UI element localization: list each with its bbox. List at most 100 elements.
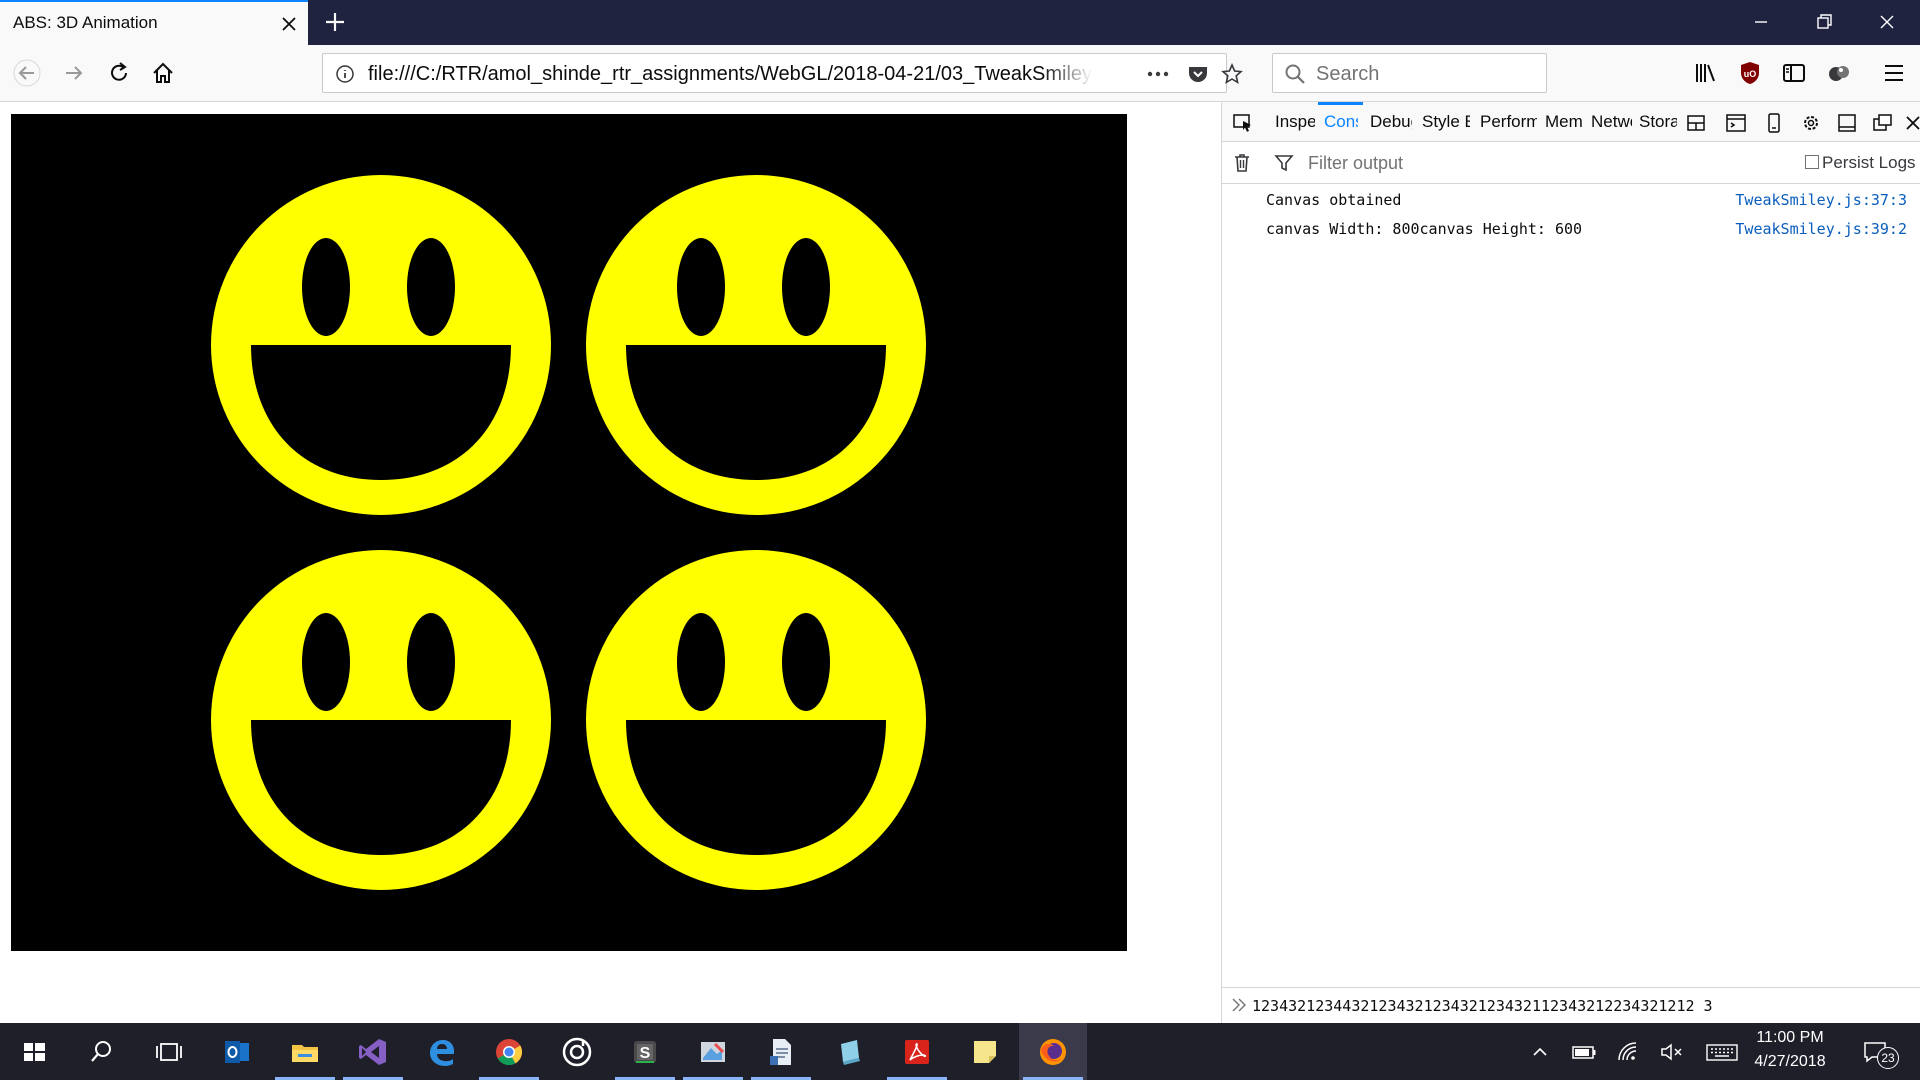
taskbar-app[interactable] <box>951 1023 1019 1080</box>
svg-text:uO: uO <box>1744 69 1757 79</box>
new-tab-icon[interactable] <box>322 9 348 35</box>
notepad-icon <box>841 1040 860 1065</box>
devtools-toolbar: Inspector Console Debugger Style Editor … <box>1222 102 1920 142</box>
keyboard-icon[interactable] <box>1705 1039 1739 1065</box>
search-placeholder: Search <box>1316 63 1380 85</box>
url-bar[interactable]: file:///C:/RTR/amol_shinde_rtr_assignmen… <box>322 53 1243 93</box>
tab-performance[interactable]: Performance <box>1480 112 1537 132</box>
filter-icon <box>1274 155 1294 172</box>
smiley-face-bottom-left <box>211 550 551 890</box>
settings-gear-icon[interactable] <box>1800 112 1822 134</box>
library-icon[interactable] <box>1692 59 1720 87</box>
tab-memory[interactable]: Memory <box>1545 112 1583 132</box>
scratchpad-icon[interactable] <box>1725 112 1747 134</box>
restore-icon[interactable] <box>1810 8 1838 36</box>
checkbox-icon[interactable] <box>1805 155 1819 169</box>
minimize-icon[interactable] <box>1747 8 1775 36</box>
file-explorer-icon <box>292 1045 318 1062</box>
tab-style-editor[interactable]: Style Editor <box>1422 112 1470 132</box>
taskbar-app[interactable] <box>747 1023 815 1080</box>
taskbar-app[interactable]: S <box>611 1023 679 1080</box>
close-tab-icon[interactable] <box>278 13 300 35</box>
tab-console[interactable]: Console <box>1324 112 1358 132</box>
separate-window-icon[interactable] <box>1872 112 1894 134</box>
reload-icon[interactable] <box>105 59 133 87</box>
taskbar-app[interactable] <box>1019 1023 1087 1080</box>
search-bar[interactable]: Search <box>1272 53 1547 93</box>
console-input[interactable]: 1234321234432123432123432123432112343212… <box>1222 987 1920 1023</box>
sticky-notes-icon <box>974 1041 996 1063</box>
smiley-face-top-right <box>586 175 926 515</box>
extension-icon[interactable] <box>1824 59 1852 87</box>
document-icon <box>770 1039 791 1065</box>
browser-tab[interactable]: ABS: 3D Animation <box>0 0 308 45</box>
tab-storage[interactable]: Storage <box>1639 112 1677 132</box>
tab-network[interactable]: Network <box>1591 112 1632 132</box>
taskbar-app[interactable] <box>815 1023 883 1080</box>
log-source-link[interactable]: TweakSmiley.js:39:2 <box>1735 220 1907 238</box>
edge-icon <box>430 1040 454 1066</box>
chevron-up-icon[interactable] <box>1527 1039 1553 1065</box>
task-view-button[interactable] <box>135 1023 203 1080</box>
dock-bottom-icon[interactable] <box>1836 112 1858 134</box>
taskbar-search-button[interactable] <box>68 1023 136 1080</box>
responsive-mode-icon[interactable] <box>1763 112 1785 134</box>
close-window-icon[interactable] <box>1873 8 1901 36</box>
firefox-icon <box>1040 1039 1066 1065</box>
sublime-icon: S <box>634 1041 656 1063</box>
windows-logo-icon <box>24 1043 45 1061</box>
site-info-icon[interactable] <box>335 64 355 84</box>
page-actions-icon[interactable] <box>1146 64 1170 84</box>
persist-logs-checkbox[interactable]: Persist Logs <box>1805 153 1916 173</box>
smiley-face-top-left <box>211 175 551 515</box>
taskbar-app[interactable] <box>883 1023 951 1080</box>
log-source-link[interactable]: TweakSmiley.js:37:3 <box>1735 191 1907 209</box>
start-button[interactable] <box>0 1023 68 1080</box>
taskbar-app[interactable] <box>407 1023 475 1080</box>
taskbar-app[interactable] <box>679 1023 747 1080</box>
url-text[interactable]: file:///C:/RTR/amol_shinde_rtr_assignmen… <box>368 63 1093 86</box>
layout-icon[interactable] <box>1686 112 1708 134</box>
svg-text:S: S <box>640 1045 651 1062</box>
element-picker-icon[interactable] <box>1232 112 1254 134</box>
tab-inspector[interactable]: Inspector <box>1275 112 1315 132</box>
close-devtools-icon[interactable] <box>1904 112 1920 134</box>
tab-debugger[interactable]: Debugger <box>1370 112 1412 132</box>
task-view-icon <box>156 1043 182 1061</box>
bookmark-star-icon[interactable] <box>1221 63 1243 85</box>
taskbar-app[interactable] <box>475 1023 543 1080</box>
ublock-origin-icon[interactable]: uO <box>1736 59 1764 87</box>
smiley-face-bottom-right <box>586 550 926 890</box>
forward-icon[interactable] <box>60 59 88 87</box>
console-log-row: canvas Width: 800canvas Height: 600 Twea… <box>1222 215 1920 244</box>
volume-muted-icon[interactable] <box>1659 1039 1685 1065</box>
chevron-right-icon <box>1232 998 1246 1012</box>
back-icon[interactable] <box>13 59 41 87</box>
devtools-panel: Inspector Console Debugger Style Editor … <box>1221 102 1920 1023</box>
windows-taskbar: S 11:00 PM 4/27/2018 23 <box>0 1023 1920 1080</box>
tab-title: ABS: 3D Animation <box>13 13 158 32</box>
clock-date[interactable]: 4/27/2018 <box>1735 1053 1845 1071</box>
battery-icon[interactable] <box>1571 1039 1597 1065</box>
taskbar-app[interactable] <box>543 1023 611 1080</box>
smiley-scene <box>211 175 926 890</box>
visual-studio-icon <box>359 1039 386 1065</box>
sidebar-icon[interactable] <box>1780 59 1808 87</box>
taskbar-app[interactable] <box>203 1023 271 1080</box>
menu-icon[interactable] <box>1880 59 1908 87</box>
webgl-canvas[interactable] <box>11 114 1127 951</box>
pocket-icon[interactable] <box>1187 63 1209 85</box>
filter-output-input[interactable]: Filter output <box>1308 153 1403 174</box>
search-icon <box>91 1041 111 1062</box>
home-icon[interactable] <box>149 59 177 87</box>
log-message: Canvas obtained <box>1266 191 1402 209</box>
wifi-icon[interactable] <box>1615 1039 1641 1065</box>
paint-icon <box>701 1042 725 1062</box>
taskbar-app[interactable] <box>271 1023 339 1080</box>
console-input-text[interactable]: 1234321234432123432123432123432112343212… <box>1252 997 1713 1015</box>
search-icon <box>1285 64 1305 84</box>
navigation-toolbar: file:///C:/RTR/amol_shinde_rtr_assignmen… <box>0 45 1920 102</box>
taskbar-app[interactable] <box>339 1023 407 1080</box>
clear-console-icon[interactable] <box>1232 152 1252 174</box>
clock-time[interactable]: 11:00 PM <box>1735 1029 1845 1047</box>
